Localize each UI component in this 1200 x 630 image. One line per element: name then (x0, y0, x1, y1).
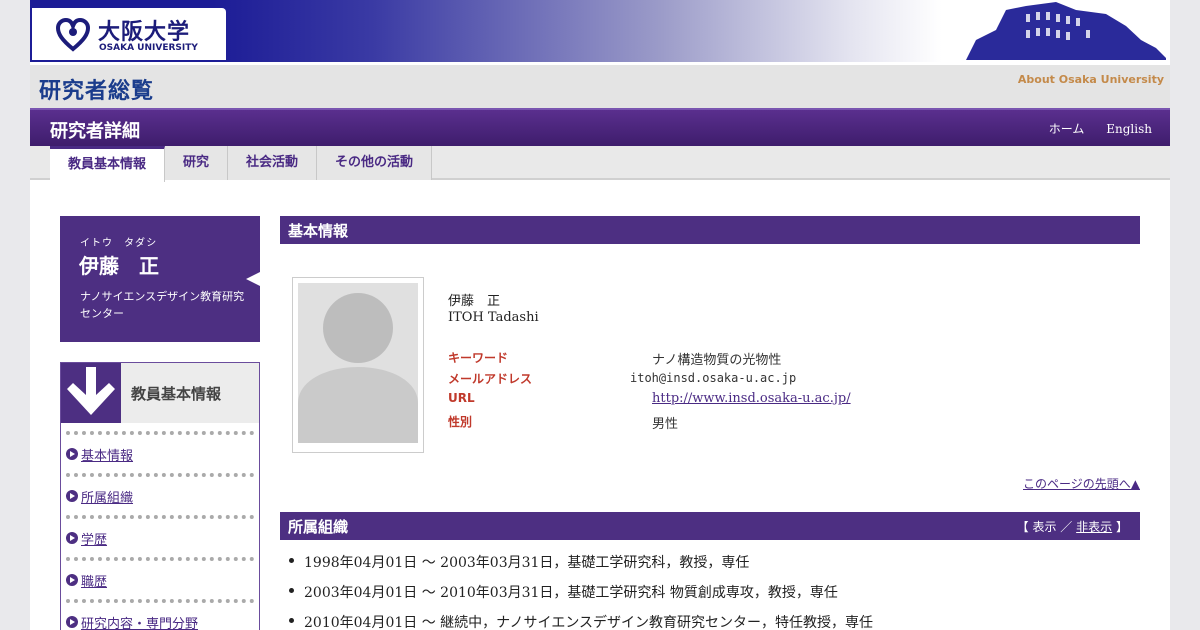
side-menu-link-education[interactable]: 学歴 (81, 529, 107, 548)
gender-value: 男性 (652, 417, 679, 432)
page: 大阪大学 OSAKA UNIVERSITY 研究者総覧 About Osaka … (30, 0, 1170, 630)
show-hide-toggle: 【 表示 ／ 非表示 】 (1017, 518, 1128, 535)
researcher-name-en: ITOH Tadashi (448, 310, 539, 325)
header-banner: 大阪大学 OSAKA UNIVERSITY (30, 0, 1170, 62)
arrow-bullet-icon (66, 616, 78, 628)
logo-text-en: OSAKA UNIVERSITY (99, 43, 198, 53)
toggle-close-bracket: 】 (1115, 520, 1128, 534)
url-label: URL (448, 391, 475, 405)
tab-other-activity[interactable]: その他の活動 (317, 146, 433, 180)
arrow-bullet-icon (66, 490, 78, 502)
researcher-name-jp: 伊藤 正 (448, 294, 501, 309)
side-menu-item: 所属組織 (66, 473, 254, 515)
show-option: 表示 (1032, 520, 1057, 534)
side-menu-link-basic-info[interactable]: 基本情報 (81, 445, 133, 464)
tab-social-activity[interactable]: 社会活動 (228, 146, 318, 180)
campus-building-illustration (966, 2, 1166, 60)
person-silhouette-icon (298, 293, 418, 443)
profile-card: イトウ タダシ 伊藤 正 ナノサイエンスデザイン教育研究センター (60, 216, 260, 342)
list-item: 2010年04月01日 ～ 継続中，ナノサイエンスデザイン教育研究センター，特任… (289, 612, 1140, 630)
arrow-bullet-icon (66, 532, 78, 544)
logo-text-jp: 大阪大学 (98, 20, 191, 45)
site-title[interactable]: 研究者総覧 (39, 73, 154, 105)
section-bar: 研究者詳細 ホーム English (30, 108, 1170, 146)
side-menu-item: 職歴 (66, 557, 254, 599)
basic-info-heading-bar: 基本情報 (280, 216, 1140, 244)
hide-link[interactable]: 非表示 (1076, 520, 1112, 534)
side-menu-item: 研究内容・専門分野 (66, 599, 254, 630)
basic-info-heading: 基本情報 (288, 222, 349, 240)
email-label: メールアドレス (448, 372, 533, 386)
list-item: 1998年04月01日 ～ 2003年03月31日，基礎工学研究科，教授，専任 (289, 552, 1140, 582)
pointer-notch (246, 272, 260, 286)
side-menu-link-organization[interactable]: 所属組織 (81, 487, 133, 506)
side-menu-link-career[interactable]: 職歴 (81, 571, 107, 590)
organization-heading-bar: 所属組織 【 表示 ／ 非表示 】 (280, 512, 1140, 540)
side-menu-title: 教員基本情報 (131, 385, 222, 403)
home-link[interactable]: ホーム (1049, 122, 1085, 136)
profile-name: 伊藤 正 (79, 254, 159, 278)
side-menu-header: 教員基本情報 (61, 363, 259, 423)
back-to-top-link[interactable]: このページの先頭へ▲ (1023, 475, 1140, 492)
organization-heading: 所属組織 (288, 518, 349, 536)
side-menu-list: 基本情報 所属組織 学歴 職歴 研究内容・専門分野 (66, 431, 254, 630)
toggle-separator: ／ (1060, 520, 1073, 534)
top-nav-links: ホーム English (1031, 120, 1152, 137)
tab-bar: 教員基本情報 研究 社会活動 その他の活動 (30, 146, 1170, 182)
side-menu-link-research-field[interactable]: 研究内容・専門分野 (81, 613, 198, 630)
organization-list: 1998年04月01日 ～ 2003年03月31日，基礎工学研究科，教授，専任 … (289, 552, 1140, 630)
email-value: itoh@insd.osaka-u.ac.jp (630, 371, 797, 385)
osaka-university-logo[interactable]: 大阪大学 OSAKA UNIVERSITY (32, 8, 226, 60)
side-menu-item: 学歴 (66, 515, 254, 557)
section-title: 研究者詳細 (50, 121, 140, 142)
profile-affiliation: ナノサイエンスデザイン教育研究センター (80, 290, 245, 320)
gender-label: 性別 (448, 415, 473, 429)
about-osaka-university-link[interactable]: About Osaka University (1018, 73, 1164, 86)
side-menu-item: 基本情報 (66, 431, 254, 473)
arrow-bullet-icon (66, 574, 78, 586)
list-item: 2003年04月01日 ～ 2010年03月31日，基礎工学研究科 物質創成専攻… (289, 582, 1140, 612)
site-title-bar: 研究者総覧 About Osaka University (30, 62, 1170, 108)
profile-photo-placeholder (292, 277, 424, 453)
university-crest-icon (56, 18, 90, 52)
keyword-value: ナノ構造物質の光物性 (652, 353, 782, 368)
english-link[interactable]: English (1106, 122, 1152, 136)
url-link[interactable]: http://www.insd.osaka-u.ac.jp/ (652, 391, 851, 406)
tab-research[interactable]: 研究 (165, 146, 229, 180)
down-arrow-icon (61, 363, 121, 423)
toggle-open-bracket: 【 (1016, 520, 1029, 534)
tab-basic-info[interactable]: 教員基本情報 (50, 146, 166, 182)
side-menu: 教員基本情報 基本情報 所属組織 学歴 職歴 研究内容・専門分野 (60, 362, 260, 630)
name-kana: イトウ タダシ (80, 238, 158, 249)
keyword-label: キーワード (448, 351, 509, 365)
arrow-bullet-icon (66, 448, 78, 460)
